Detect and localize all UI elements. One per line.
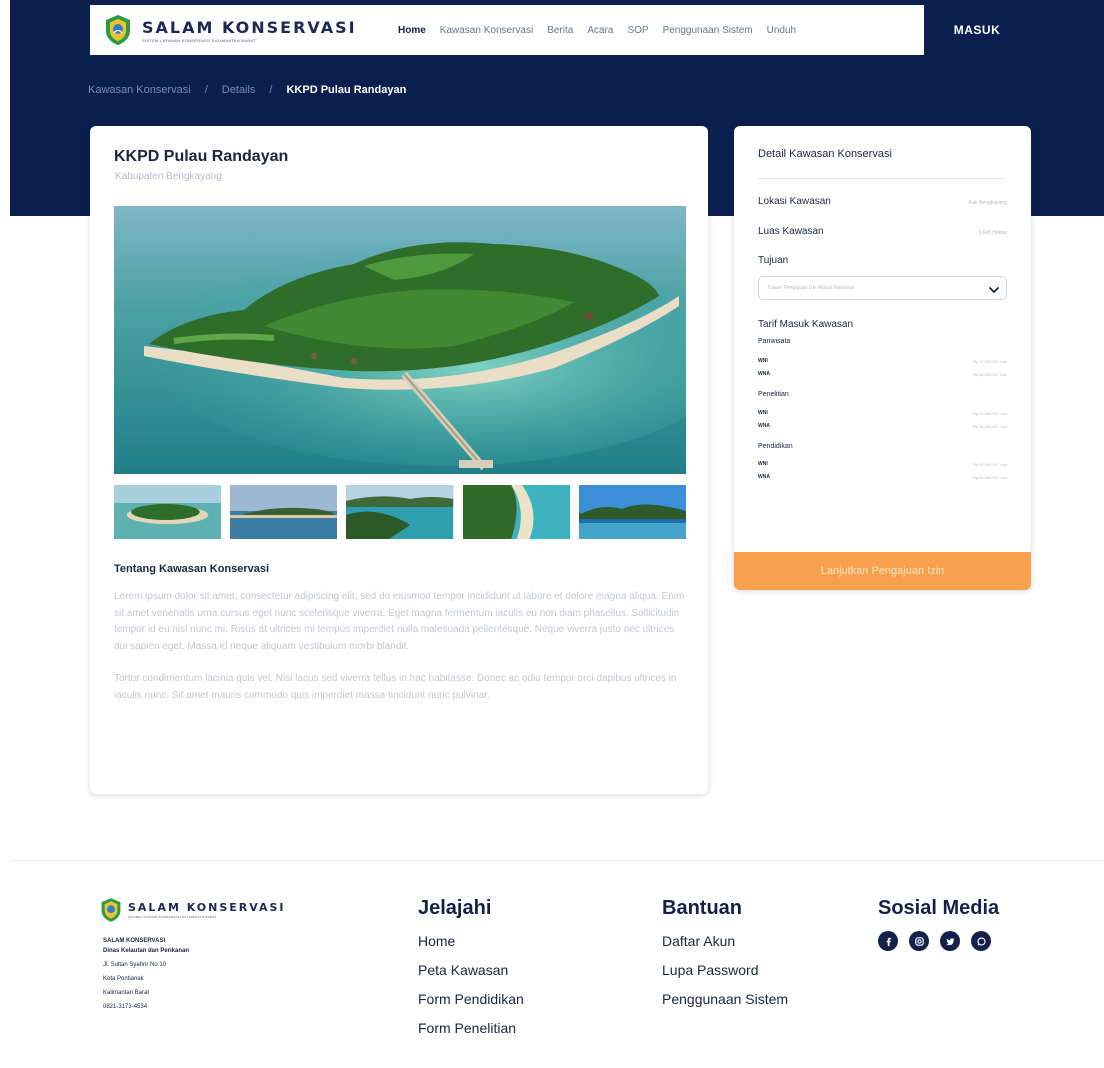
luas-value: 3.645 Hektar bbox=[978, 230, 1007, 236]
footer-bantuan: Bantuan Daftar Akun Lupa Password Penggu… bbox=[662, 897, 788, 1019]
thumbnail-1[interactable] bbox=[114, 485, 222, 539]
address-province: Kalimantan Barat bbox=[103, 990, 150, 996]
lokasi-value: Kab Bengkayang bbox=[968, 200, 1007, 206]
tarif-group-pendidikan: Pendidikan bbox=[758, 443, 793, 450]
tarif-group-penelitian: Penelitian bbox=[758, 391, 789, 398]
nav-acara[interactable]: Acara bbox=[587, 25, 613, 36]
breadcrumb-current: KKPD Pulau Randayan bbox=[286, 84, 407, 96]
tarif-item-label: WNA bbox=[758, 474, 770, 480]
page-title: KKPD Pulau Randayan bbox=[114, 148, 289, 165]
footer-bantuan-title: Bantuan bbox=[662, 897, 742, 919]
about-section-text: Lorem ipsum dolor sit amet, consectetur … bbox=[114, 589, 686, 704]
navbar: SALAM KONSERVASI SISTEM LAYANAN KONSERVA… bbox=[90, 5, 1030, 55]
nav-unduh[interactable]: Unduh bbox=[767, 25, 796, 36]
footer-jelajahi: Jelajahi Home Peta Kawasan Form Pendidik… bbox=[418, 897, 524, 1048]
tarif-item-value: Rp 50.000,00 / hari bbox=[972, 424, 1007, 429]
thumbnail-3[interactable] bbox=[346, 485, 454, 539]
chevron-down-icon bbox=[988, 283, 1000, 295]
whatsapp-icon[interactable] bbox=[971, 931, 991, 951]
about-section-title: Tentang Kawasan Konservasi bbox=[114, 563, 270, 575]
address-phone: 0821-3173-4534 bbox=[103, 1004, 148, 1010]
detail-kawasan-card: Detail Kawasan Konservasi Lokasi Kawasan… bbox=[734, 126, 1031, 590]
brand-title: SALAM KONSERVASI bbox=[142, 17, 357, 37]
social-icons bbox=[878, 931, 999, 951]
twitter-icon[interactable] bbox=[940, 931, 960, 951]
divider bbox=[758, 178, 1006, 179]
footer-link-daftar-akun[interactable]: Daftar Akun bbox=[662, 932, 788, 961]
footer-divider bbox=[10, 860, 1104, 861]
tarif-item-value: Rp 50.000,00 / hari bbox=[972, 475, 1007, 480]
footer-sosial-title: Sosial Media bbox=[878, 897, 1000, 919]
about-paragraph: Tortor condimentum lacinia quis vel. Nis… bbox=[114, 673, 677, 701]
tarif-item-label: WNI bbox=[758, 358, 768, 364]
tarif-item-value: Rp 10.000,00 / hari bbox=[972, 462, 1007, 467]
footer-sosial-media: Sosial Media bbox=[878, 897, 999, 951]
about-paragraph: Lorem ipsum dolor sit amet, consectetur … bbox=[114, 591, 685, 652]
thumbnail-2[interactable] bbox=[230, 485, 338, 539]
footer-link-penggunaan-sistem[interactable]: Penggunaan Sistem bbox=[662, 990, 788, 1019]
tujuan-label: Tujuan bbox=[758, 255, 789, 266]
footer-jelajahi-title: Jelajahi bbox=[418, 897, 492, 919]
tarif-item-label: WNI bbox=[758, 461, 768, 467]
brand-logo-icon bbox=[104, 14, 132, 46]
footer-logo-icon bbox=[100, 897, 122, 923]
breadcrumb-details[interactable]: Details bbox=[222, 84, 256, 96]
tujuan-select[interactable]: Tujuan Pengajuan Izin Masuk Kawasan bbox=[758, 276, 1007, 300]
breadcrumb: Kawasan Konservasi / Details / KKPD Pula… bbox=[88, 84, 406, 96]
tarif-item-label: WNA bbox=[758, 371, 770, 377]
breadcrumb-separator: / bbox=[269, 84, 273, 96]
footer-link-form-penelitian[interactable]: Form Penelitian bbox=[418, 1019, 524, 1048]
address-city: Kota Pontianak bbox=[103, 976, 144, 982]
lanjutkan-pengajuan-button[interactable]: Lanjutkan Pengajuan Izin bbox=[734, 552, 1031, 590]
footer-link-home[interactable]: Home bbox=[418, 932, 524, 961]
footer-link-lupa-password[interactable]: Lupa Password bbox=[662, 961, 788, 990]
tarif-title: Tarif Masuk Kawasan bbox=[758, 319, 854, 330]
nav-penggunaan-sistem[interactable]: Penggunaan Sistem bbox=[663, 25, 753, 36]
detail-card-title: Detail Kawasan Konservasi bbox=[758, 148, 892, 160]
login-button[interactable]: MASUK bbox=[924, 5, 1030, 55]
footer-link-peta-kawasan[interactable]: Peta Kawasan bbox=[418, 961, 524, 990]
luas-label: Luas Kawasan bbox=[758, 226, 824, 237]
address-dept: Dinas Kelautan dan Perikanan bbox=[103, 948, 190, 954]
main-island-image bbox=[114, 206, 686, 474]
facebook-icon[interactable] bbox=[878, 931, 898, 951]
nav-kawasan-konservasi[interactable]: Kawasan Konservasi bbox=[440, 25, 533, 36]
thumbnail-gallery bbox=[114, 485, 687, 539]
nav-home[interactable]: Home bbox=[398, 25, 426, 36]
footer-address: SALAM KONSERVASI Dinas Kelautan dan Peri… bbox=[103, 934, 189, 1014]
footer-brand-tagline: SISTEM LAYANAN KONSERVASI KALIMANTAN BAR… bbox=[128, 915, 217, 919]
tarif-item-value: Rp 50.000,00 / hari bbox=[972, 372, 1007, 377]
lokasi-label: Lokasi Kawasan bbox=[758, 196, 831, 207]
tarif-group-pariwisata: Pariwisata bbox=[758, 338, 791, 345]
brand[interactable]: SALAM KONSERVASI SISTEM LAYANAN KONSERVA… bbox=[90, 14, 390, 46]
address-street: Jl. Sultan Syahrir No 10 bbox=[103, 962, 167, 968]
footer-brand[interactable]: SALAM KONSERVASI SISTEM LAYANAN KONSERVA… bbox=[100, 897, 286, 923]
nav-berita[interactable]: Berita bbox=[547, 25, 573, 36]
thumbnail-4[interactable] bbox=[462, 485, 570, 539]
breadcrumb-separator: / bbox=[204, 84, 208, 96]
tarif-item-label: WNA bbox=[758, 423, 770, 429]
page-subtitle: Kabupaten Bengkayang bbox=[115, 171, 222, 182]
tujuan-select-placeholder: Tujuan Pengajuan Izin Masuk Kawasan bbox=[767, 285, 855, 291]
breadcrumb-kawasan-konservasi[interactable]: Kawasan Konservasi bbox=[88, 84, 191, 96]
footer-link-form-pendidikan[interactable]: Form Pendidikan bbox=[418, 990, 524, 1019]
tarif-item-value: Rp 10.000,00 / hari bbox=[972, 359, 1007, 364]
nav-sop[interactable]: SOP bbox=[627, 25, 648, 36]
instagram-icon[interactable] bbox=[909, 931, 929, 951]
brand-tagline: SISTEM LAYANAN KONSERVASI KALIMANTAN BAR… bbox=[142, 37, 256, 43]
tarif-item-value: Rp 10.000,00 / hari bbox=[972, 411, 1007, 416]
kawasan-main-card: KKPD Pulau Randayan Kabupaten Bengkayang bbox=[90, 126, 708, 794]
tarif-item-label: WNI bbox=[758, 410, 768, 416]
nav-links: Home Kawasan Konservasi Berita Acara SOP… bbox=[398, 25, 796, 36]
thumbnail-5[interactable] bbox=[578, 485, 687, 539]
footer-brand-title: SALAM KONSERVASI bbox=[128, 901, 286, 914]
